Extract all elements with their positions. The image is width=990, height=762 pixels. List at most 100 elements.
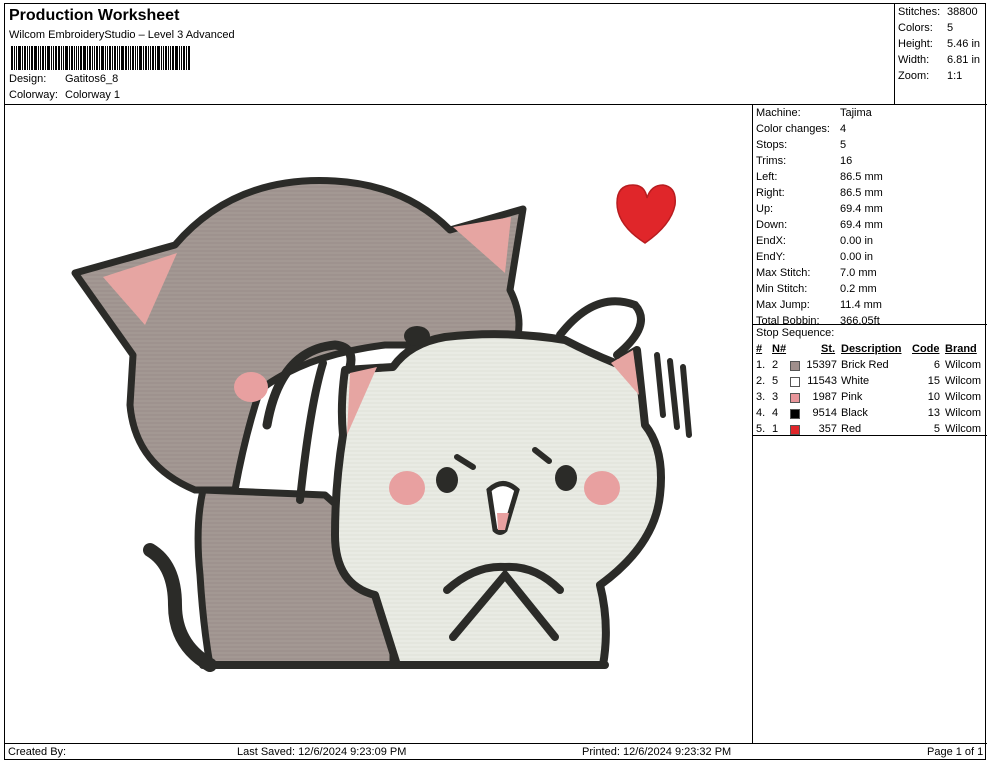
printed-date: Printed: 12/6/2024 9:23:32 PM [582, 746, 732, 758]
barcode-bar [165, 46, 167, 70]
colorway-row: Colorway: Colorway 1 [9, 89, 120, 101]
barcode-bar [105, 46, 106, 70]
table-header: # N# St. Description Code Brand [756, 343, 977, 355]
table-row: 4. 4 9514 Black 13 Wilcom [756, 407, 982, 419]
barcode-bar [168, 46, 169, 70]
barcode-bar [101, 46, 104, 70]
barcode-bar [24, 46, 26, 70]
barcode-bar [125, 46, 127, 70]
barcode-bar [45, 46, 46, 70]
barcode-bar [145, 46, 147, 70]
barcode-bar [80, 46, 82, 70]
left-row: Left: 86.5 mm [756, 171, 883, 183]
page-title: Production Worksheet [9, 7, 180, 24]
stats-panel: Stitches: 38800 Colors: 5 Height: 5.46 in W… [895, 4, 987, 105]
worksheet: Production Worksheet Wilcom EmbroiderySt… [4, 3, 987, 760]
min-stitch-row: Min Stitch: 0.2 mm [756, 283, 877, 295]
footer: Created By: Last Saved: 12/6/2024 9:23:0… [5, 743, 987, 760]
barcode-bar [96, 46, 98, 70]
barcode-bar [175, 46, 178, 70]
barcode-bar [112, 46, 113, 70]
stop-sequence-title: Stop Sequence: [753, 324, 987, 340]
barcode-bar [61, 46, 62, 70]
colorway-value: Colorway 1 [65, 89, 121, 101]
barcode-bar [157, 46, 160, 70]
page-number: Page 1 of 1 [927, 746, 984, 758]
barcode-bar [29, 46, 30, 70]
heart-icon [616, 184, 676, 244]
barcode-bar [188, 46, 190, 70]
barcode-bar [53, 46, 54, 70]
barcode-bar [161, 46, 162, 70]
software-subtitle: Wilcom EmbroideryStudio – Level 3 Advanc… [9, 29, 235, 41]
max-jump-row: Max Jump: 11.4 mm [756, 299, 882, 311]
barcode-bar [40, 46, 41, 70]
stat-width: Width: 6.81 in [898, 54, 981, 66]
color-swatch [790, 361, 800, 371]
table-row: 3. 3 1987 Pink 10 Wilcom [756, 391, 982, 403]
barcode-bar [114, 46, 116, 70]
barcode-bar [58, 46, 60, 70]
barcode-bar [163, 46, 164, 70]
barcode-bar [152, 46, 154, 70]
barcode-bar [27, 46, 28, 70]
barcode-bar [117, 46, 118, 70]
barcode-bar [18, 46, 21, 70]
barcode-bar [65, 46, 68, 70]
barcode-bar [42, 46, 44, 70]
barcode-bar [47, 46, 50, 70]
divider [753, 435, 987, 436]
barcode-bar [11, 46, 13, 70]
design-label: Design: [9, 73, 47, 85]
barcode-bar [14, 46, 15, 70]
barcode-bar [181, 46, 182, 70]
barcode-bar [16, 46, 17, 70]
barcode-bar [107, 46, 108, 70]
embroidery-design [71, 177, 692, 672]
trims-row: Trims: 16 [756, 155, 853, 167]
color-swatch [790, 409, 800, 419]
right-row: Right: 86.5 mm [756, 187, 883, 199]
barcode-bar [150, 46, 151, 70]
barcode-bar [183, 46, 185, 70]
endx-row: EndX: 0.00 in [756, 235, 874, 247]
barcode-bar [22, 46, 23, 70]
up-row: Up: 69.4 mm [756, 203, 883, 215]
barcode-bar [172, 46, 174, 70]
design-value: Gatitos6_8 [65, 73, 119, 85]
endy-row: EndY: 0.00 in [756, 251, 874, 263]
barcode [11, 46, 241, 70]
color-swatch [790, 393, 800, 403]
barcode-bar [121, 46, 124, 70]
barcode-bar [109, 46, 111, 70]
barcode-bar [76, 46, 77, 70]
barcode-bar [34, 46, 37, 70]
barcode-bar [74, 46, 75, 70]
colorway-label: Colorway: [9, 89, 58, 101]
created-by: Created By: [8, 746, 67, 758]
barcode-bar [170, 46, 171, 70]
barcode-bar [89, 46, 91, 70]
barcode-bar [92, 46, 93, 70]
barcode-bar [87, 46, 88, 70]
color-swatch [790, 425, 800, 435]
barcode-bar [132, 46, 134, 70]
barcode-bar [94, 46, 95, 70]
barcode-bar [69, 46, 70, 70]
barcode-bar [51, 46, 52, 70]
color-swatch [790, 377, 800, 387]
barcode-bar [71, 46, 73, 70]
barcode-bar [179, 46, 180, 70]
barcode-bar [139, 46, 142, 70]
machine-row: Machine: Tajima [756, 107, 872, 119]
down-row: Down: 69.4 mm [756, 219, 883, 231]
barcode-bar [148, 46, 149, 70]
max-stitch-row: Max Stitch: 7.0 mm [756, 267, 877, 279]
design-row: Design: Gatitos6_8 [9, 73, 118, 85]
barcode-bar [143, 46, 144, 70]
barcode-bar [155, 46, 156, 70]
stat-height: Height: 5.46 in [898, 38, 981, 50]
stat-zoom: Zoom: 1:1 [898, 70, 963, 82]
barcode-bar [119, 46, 120, 70]
barcode-bar [31, 46, 33, 70]
